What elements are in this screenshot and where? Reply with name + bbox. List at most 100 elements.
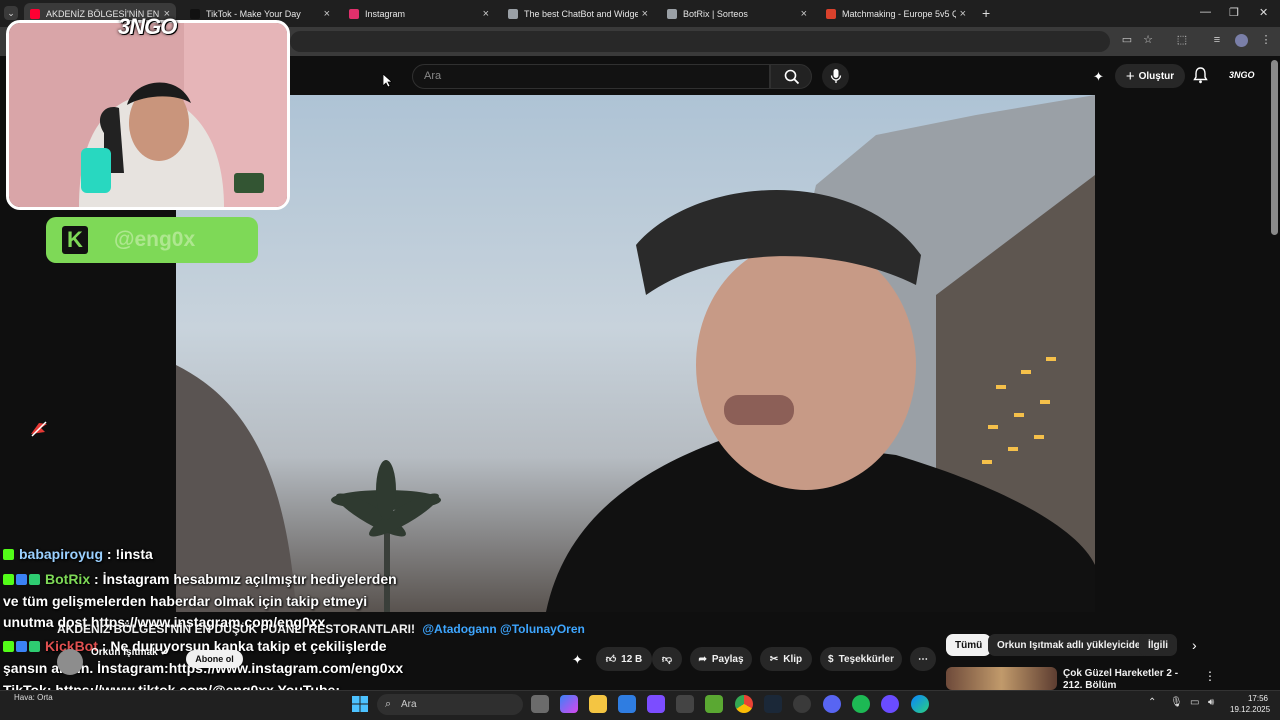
video-player[interactable] — [176, 95, 1095, 612]
like-button[interactable]: 👍︎ 12 B — [596, 647, 652, 671]
chat-username: babapiroyug — [19, 546, 104, 562]
browser-menu-icon[interactable]: ⋮ — [1259, 33, 1273, 47]
channel-name[interactable]: Orkun Işıtmak ✔ — [91, 647, 168, 658]
create-label: Oluştur — [1138, 70, 1175, 82]
taskbar-search-icon: ⌕ — [385, 698, 392, 710]
clip-label: Klip — [783, 653, 803, 665]
premium-gift-icon[interactable]: ✦ — [1093, 69, 1104, 85]
nvidia-icon[interactable] — [705, 695, 723, 713]
maximize-icon[interactable]: ❐ — [1229, 6, 1239, 19]
bookmark-star-icon[interactable]: ☆ — [1141, 33, 1155, 47]
app-circle-icon[interactable] — [881, 695, 899, 713]
video-title-mentions[interactable]: @Atadogann @TolunayOren — [422, 622, 585, 636]
chip-related[interactable]: İlgili — [1139, 634, 1177, 656]
clip-button[interactable]: ✂ Klip — [760, 647, 812, 671]
weather-widget[interactable]: Hava: Orta — [14, 693, 53, 702]
steam-icon[interactable] — [764, 695, 782, 713]
chat-message-line: ve tüm gelişmelerden haberdar olmak için… — [3, 593, 367, 609]
premium-gift-icon-2[interactable]: ✦ — [572, 652, 583, 668]
tab-list-chevron-icon[interactable]: ⌄ — [4, 6, 18, 20]
profile-avatar[interactable] — [1235, 34, 1248, 47]
tab-close-icon[interactable]: × — [642, 8, 648, 20]
tray-overflow-chevron-icon[interactable]: ⌃ — [1148, 697, 1156, 708]
chip-from-uploader[interactable]: Orkun Işıtmak adlı yükleyiciden — [988, 634, 1156, 656]
tab-close-icon[interactable]: × — [324, 8, 330, 20]
thanks-button[interactable]: $ Teşekkürler — [820, 647, 902, 671]
page-scrollbar[interactable] — [1271, 60, 1278, 235]
dislike-button[interactable]: 👎︎ — [652, 647, 682, 671]
store-icon[interactable] — [618, 695, 636, 713]
subscribe-button[interactable]: Abone ol — [186, 650, 243, 668]
chat-badge-icon — [29, 641, 40, 652]
voice-search-button[interactable] — [822, 63, 849, 90]
volume-icon[interactable]: 🔊︎ — [1208, 697, 1214, 708]
chat-message-text: : !insta — [103, 546, 153, 562]
tab-close-icon[interactable]: × — [483, 8, 489, 20]
next-video-title[interactable]: Çok Güzel Hareketler 2 - 212. Bölüm — [1063, 668, 1193, 690]
notifications-bell-icon[interactable] — [1193, 67, 1208, 89]
tab-close-icon[interactable]: × — [960, 8, 966, 20]
tab-favicon-icon — [30, 9, 40, 19]
chip-all[interactable]: Tümü — [946, 634, 992, 656]
file-explorer-icon[interactable] — [589, 695, 607, 713]
chat-message-line: BotRix : İnstagram hesabımız açılmıştır … — [3, 571, 397, 587]
copilot-icon[interactable] — [560, 695, 578, 713]
browser-tab[interactable]: Instagram × — [343, 3, 495, 25]
video-title: AKDENİZ BÖLGESİ'NİN EN DÜŞÜK PUANLI REST… — [57, 622, 585, 636]
chat-badge-icon — [3, 549, 14, 560]
create-button[interactable]: + Oluştur — [1115, 64, 1185, 88]
chrome-icon[interactable] — [735, 695, 753, 713]
task-view-icon[interactable] — [531, 695, 549, 713]
search-button[interactable] — [770, 64, 812, 89]
settings-gear-icon[interactable] — [793, 695, 811, 713]
account-avatar[interactable]: 3NGO — [1229, 70, 1255, 80]
cast-icon[interactable]: ▭ — [1120, 33, 1134, 47]
more-actions-button[interactable]: ⋯ — [910, 647, 936, 671]
share-arrow-icon: ➦ — [698, 653, 707, 665]
spotify-icon[interactable] — [852, 695, 870, 713]
app-icon[interactable] — [676, 695, 694, 713]
system-clock[interactable]: 17:56 19.12.2025 — [1230, 693, 1271, 715]
chat-badge-icon — [16, 641, 27, 652]
edge-icon[interactable] — [911, 695, 929, 713]
next-video-thumbnail[interactable] — [946, 667, 1057, 690]
video-frame-scene — [176, 95, 1095, 612]
extensions-icon[interactable]: ⬚ — [1175, 33, 1189, 47]
minimize-icon[interactable]: — — [1200, 6, 1211, 18]
tray-mic-icon[interactable]: 🎙︎ — [1170, 697, 1183, 708]
kick-logo-icon: K — [62, 226, 88, 254]
chat-badge-icon — [16, 574, 27, 585]
kick-handle: @eng0x — [114, 228, 196, 251]
verified-check-icon: ✔ — [160, 647, 169, 657]
clock-date: 19.12.2025 — [1230, 705, 1271, 714]
channel-avatar[interactable] — [57, 649, 83, 675]
chips-next-chevron-icon[interactable]: › — [1192, 637, 1197, 653]
super-thanks-icon: $ — [828, 653, 834, 665]
browser-tab[interactable]: Matchmaking - Europe 5v5 Quick × — [820, 3, 972, 25]
tab-title: Matchmaking - Europe 5v5 Quick — [842, 9, 956, 19]
next-video-menu-icon[interactable]: ⋮ — [1204, 669, 1216, 683]
discord-icon[interactable] — [823, 695, 841, 713]
close-window-icon[interactable]: ✕ — [1259, 6, 1268, 19]
search-input[interactable]: Ara — [412, 64, 770, 89]
chat-message-text: ve tüm gelişmelerden haberdar olmak için… — [3, 593, 368, 609]
browser-tab[interactable]: BotRix | Sorteos × — [661, 3, 813, 25]
tray-display-icon[interactable]: ▭ — [1190, 697, 1199, 708]
webcam-feed — [9, 23, 287, 207]
share-button[interactable]: ➦ Paylaş — [690, 647, 752, 671]
windows-start-icon[interactable] — [352, 696, 368, 712]
chat-message-text: : İnstagram hesabımız açılmıştır hediyel… — [90, 571, 397, 587]
chat-badge-icon — [3, 641, 14, 652]
tab-title: Instagram — [365, 9, 406, 19]
x-app-icon[interactable] — [647, 695, 665, 713]
thumbs-up-icon: 👍︎ — [605, 654, 617, 665]
taskbar-search[interactable]: ⌕ Ara — [377, 694, 523, 715]
new-tab-plus-icon[interactable]: + — [982, 5, 990, 21]
clock-time: 17:56 — [1247, 694, 1268, 703]
tab-close-icon[interactable]: × — [801, 8, 807, 20]
browser-tab[interactable]: The best ChatBot and Widgets × — [502, 3, 654, 25]
windows-taskbar — [0, 690, 1280, 720]
address-bar[interactable] — [290, 31, 1110, 52]
tab-favicon-icon — [508, 9, 518, 19]
media-controls-icon[interactable]: ≡ — [1210, 33, 1224, 47]
